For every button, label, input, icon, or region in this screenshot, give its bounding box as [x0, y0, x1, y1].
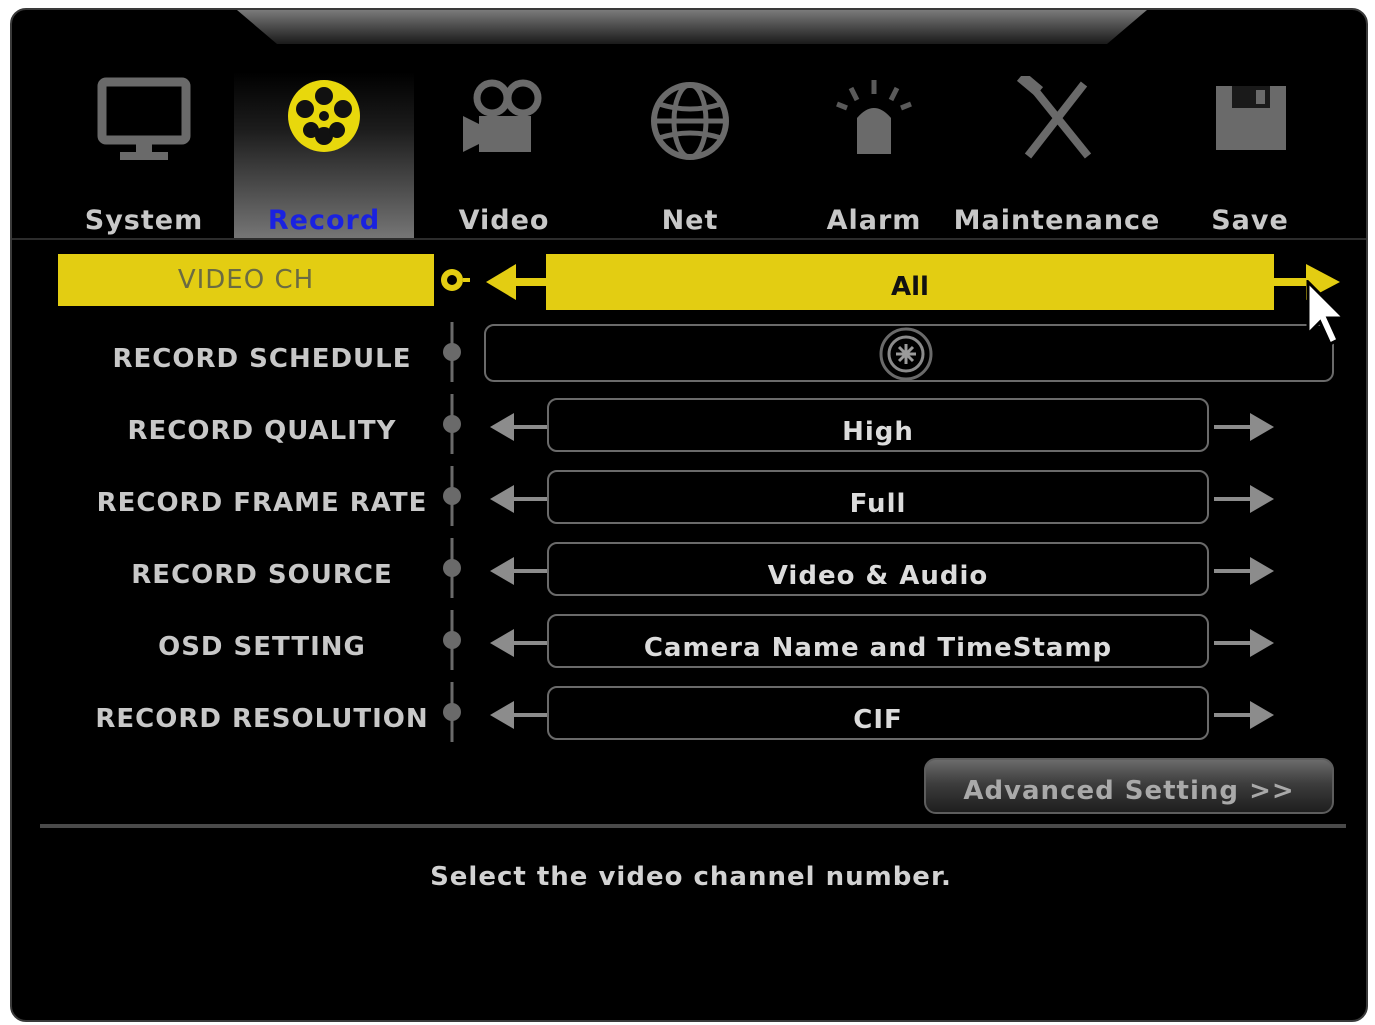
row-connector-icon — [443, 610, 461, 670]
record-quality-next-arrow-icon[interactable] — [1212, 407, 1282, 447]
row-connector-icon — [443, 394, 461, 454]
osd-setting-next-arrow-icon[interactable] — [1212, 623, 1282, 663]
tab-label: Save — [1211, 205, 1289, 236]
record-quality-prev-arrow-icon[interactable] — [484, 407, 554, 447]
tab-divider — [12, 238, 1366, 240]
tab-net[interactable]: Net — [600, 72, 780, 240]
video-ch-value[interactable]: All — [546, 254, 1274, 310]
tab-system[interactable]: System — [54, 72, 234, 240]
row-connector-icon — [443, 322, 461, 382]
row-connector-icon — [443, 466, 461, 526]
osd-setting-prev-arrow-icon[interactable] — [484, 623, 554, 663]
record-frame-rate-label: RECORD FRAME RATE — [96, 488, 428, 518]
tab-record[interactable]: Record — [234, 72, 414, 240]
record-source-next-arrow-icon[interactable] — [1212, 551, 1282, 591]
tab-save[interactable]: Save — [1160, 72, 1340, 240]
tools-icon — [967, 76, 1147, 174]
record-quality-label: RECORD QUALITY — [127, 416, 397, 446]
record-frame-rate-value[interactable]: Full — [547, 470, 1209, 524]
advanced-setting-button[interactable]: Advanced Setting >> — [924, 758, 1334, 814]
globe-icon — [600, 76, 780, 174]
footer-divider — [40, 824, 1346, 828]
title-bevel — [237, 10, 1147, 44]
help-text: Select the video channel number. — [430, 862, 952, 892]
tab-maintenance[interactable]: Maintenance — [954, 72, 1159, 240]
record-resolution-next-arrow-icon[interactable] — [1212, 695, 1282, 735]
record-source-value[interactable]: Video & Audio — [547, 542, 1209, 596]
osd-setting-label: OSD SETTING — [158, 632, 366, 662]
row-connector-icon — [443, 682, 461, 742]
video-camera-icon — [414, 76, 594, 174]
record-frame-rate-next-arrow-icon[interactable] — [1212, 479, 1282, 519]
tab-video[interactable]: Video — [414, 72, 594, 240]
monitor-icon — [54, 76, 234, 174]
osd-setting-value[interactable]: Camera Name and TimeStamp — [547, 614, 1209, 668]
schedule-icon[interactable] — [878, 326, 934, 382]
row-connector-icon — [441, 269, 470, 291]
record-source-label: RECORD SOURCE — [131, 560, 393, 590]
record-resolution-prev-arrow-icon[interactable] — [484, 695, 554, 735]
row-connector-icon — [443, 538, 461, 598]
video-ch-label[interactable]: VIDEO CH — [58, 254, 434, 306]
record-frame-rate-prev-arrow-icon[interactable] — [484, 479, 554, 519]
record-schedule-label: RECORD SCHEDULE — [112, 344, 412, 374]
record-resolution-label: RECORD RESOLUTION — [95, 704, 429, 734]
mouse-cursor-icon — [1306, 280, 1346, 347]
film-reel-icon — [234, 76, 414, 174]
record-source-prev-arrow-icon[interactable] — [484, 551, 554, 591]
record-settings-window: System Record Video Net Alarm Maintenanc… — [10, 8, 1368, 1022]
floppy-disk-icon — [1160, 76, 1340, 174]
tab-label: Maintenance — [953, 205, 1161, 236]
video-ch-prev-arrow-icon[interactable] — [482, 262, 552, 302]
tab-alarm[interactable]: Alarm — [784, 72, 964, 240]
alarm-siren-icon — [784, 76, 964, 174]
record-quality-value[interactable]: High — [547, 398, 1209, 452]
record-resolution-value[interactable]: CIF — [547, 686, 1209, 740]
